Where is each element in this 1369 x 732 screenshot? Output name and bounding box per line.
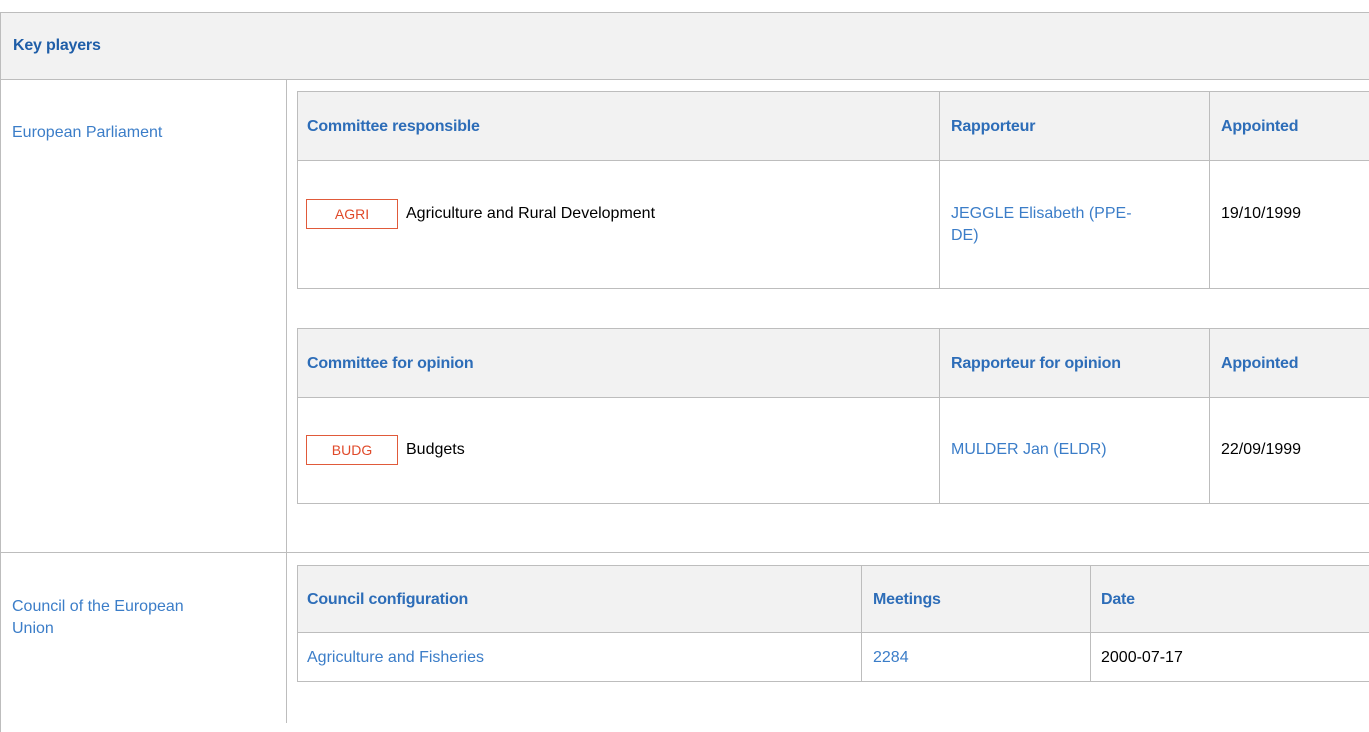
rapporteur-heading: Rapporteur [951,118,1036,135]
col-divider [939,91,940,289]
appointed-heading: Appointed [1221,118,1299,135]
date-heading: Date [1101,591,1135,608]
committee-name: Budgets [406,441,465,458]
appointed-opinion-heading: Appointed [1221,355,1299,372]
col-divider [861,565,862,682]
rapporteur-opinion-link[interactable]: MULDER Jan (ELDR) [951,439,1107,461]
col-divider [939,328,940,504]
appointed-date: 19/10/1999 [1221,205,1302,222]
meeting-number-link[interactable]: 2284 [873,647,909,669]
committee-code-badge[interactable]: BUDG [306,435,398,465]
council-link[interactable]: Council of the European Union [12,596,184,640]
committee-name: Agriculture and Rural Development [406,205,656,222]
col-divider [1209,91,1210,289]
european-parliament-link[interactable]: European Parliament [12,122,162,144]
appointed-opinion-date: 22/09/1999 [1221,441,1302,458]
council-configuration-heading: Council configuration [307,591,469,608]
committee-responsible-heading: Committee responsible [307,118,480,135]
meetings-heading: Meetings [873,591,941,608]
rapporteur-line1: JEGGLE Elisabeth (PPE- [951,205,1132,222]
col-divider [1209,328,1210,504]
council-label-line1: Council of the European [12,598,184,615]
col-divider [1090,565,1091,682]
label-column-divider [286,80,287,723]
meeting-date: 2000-07-17 [1101,649,1183,666]
committee-code-badge[interactable]: AGRI [306,199,398,229]
rapporteur-opinion-heading: Rapporteur for opinion [951,355,1121,372]
committee-opinion-heading: Committee for opinion [307,355,474,372]
council-configuration-link[interactable]: Agriculture and Fisheries [307,647,484,669]
rapporteur-line2: DE) [951,227,979,244]
council-label-line2: Union [12,620,54,637]
row-divider [0,552,1369,553]
rapporteur-link[interactable]: JEGGLE Elisabeth (PPE- DE) [951,203,1132,247]
